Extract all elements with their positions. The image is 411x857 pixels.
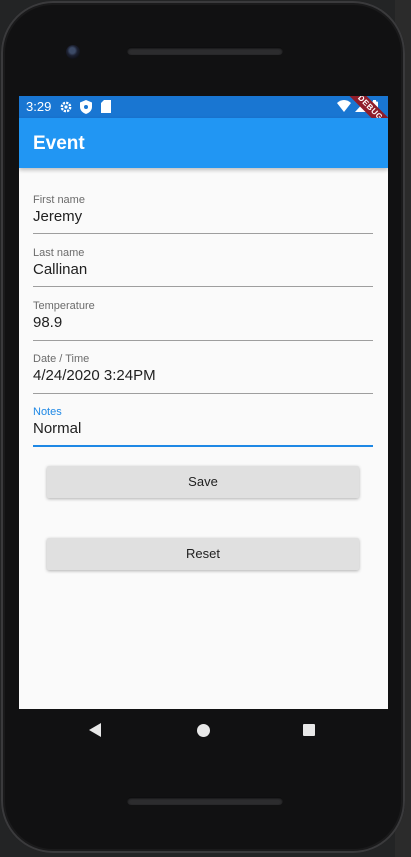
first-name-field[interactable]: First name Jeremy [33, 194, 373, 234]
reset-button[interactable]: Reset [47, 538, 359, 570]
last-name-label: Last name [33, 247, 85, 259]
last-name-underline [33, 286, 373, 287]
wifi-icon [337, 100, 351, 112]
temperature-field[interactable]: Temperature 98.9 [33, 300, 373, 341]
home-icon[interactable] [197, 724, 210, 737]
date-time-value[interactable]: 4/24/2020 3:24PM [33, 367, 156, 384]
notes-label: Notes [33, 406, 62, 418]
status-bar: 3:29 DEBUG [19, 96, 388, 141]
date-time-field[interactable]: Date / Time 4/24/2020 3:24PM [33, 353, 373, 394]
top-speaker [127, 47, 283, 55]
app-bar: Event [19, 118, 388, 168]
date-time-underline [33, 393, 373, 394]
temperature-value[interactable]: 98.9 [33, 314, 62, 331]
first-name-label: First name [33, 194, 85, 206]
notes-underline [33, 445, 373, 447]
app-screen: 3:29 DEBUG Event First name Jeremy Last … [19, 96, 388, 709]
android-nav-bar [19, 709, 388, 753]
notes-field[interactable]: Notes Normal [33, 406, 373, 448]
first-name-value[interactable]: Jeremy [33, 208, 82, 225]
page-title: Event [33, 133, 85, 154]
last-name-value[interactable]: Callinan [33, 261, 87, 278]
back-icon[interactable] [89, 723, 101, 737]
shield-icon [80, 100, 92, 114]
status-time: 3:29 [26, 99, 52, 114]
temperature-underline [33, 340, 373, 341]
settings-icon [60, 101, 72, 113]
temperature-label: Temperature [33, 300, 95, 312]
bottom-speaker [127, 797, 283, 805]
save-button[interactable]: Save [47, 466, 359, 498]
front-camera [66, 45, 80, 59]
first-name-underline [33, 233, 373, 234]
last-name-field[interactable]: Last name Callinan [33, 247, 373, 287]
sd-card-icon [101, 100, 111, 113]
date-time-label: Date / Time [33, 353, 90, 365]
notes-value[interactable]: Normal [33, 420, 81, 437]
recents-icon[interactable] [303, 724, 315, 736]
